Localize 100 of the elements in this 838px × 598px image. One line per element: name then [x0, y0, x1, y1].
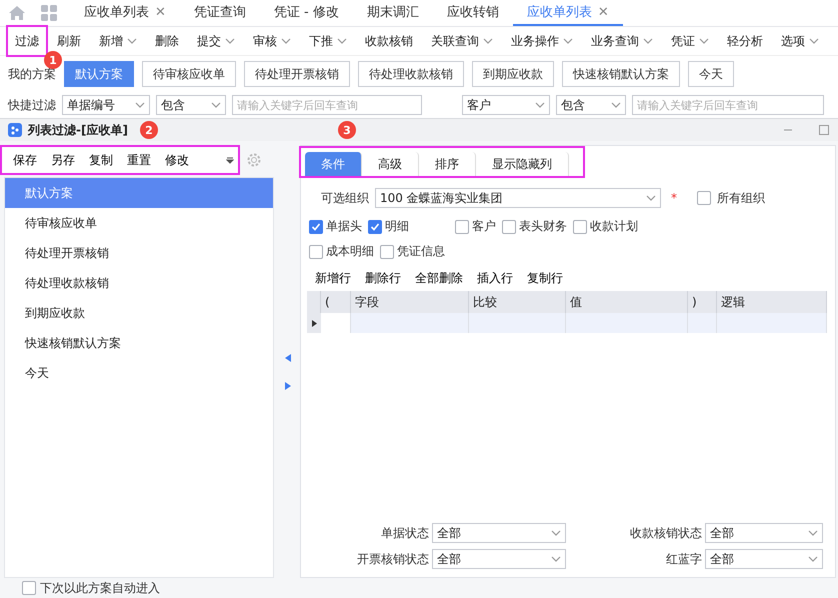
- close-icon[interactable]: ✕: [155, 4, 166, 20]
- step-badge: 1: [44, 51, 62, 69]
- checkbox[interactable]: [697, 191, 711, 205]
- toolbar-button[interactable]: 审核: [244, 29, 300, 53]
- caret-icon: [535, 102, 545, 108]
- table-cell[interactable]: [469, 313, 566, 333]
- table-cell[interactable]: [351, 313, 469, 333]
- field-label: 单据状态: [381, 524, 429, 542]
- checkbox-label: 明细: [385, 218, 409, 235]
- step-badge: 2: [140, 121, 158, 139]
- toolbar-button[interactable]: 新增: [90, 29, 146, 53]
- column-header: ): [688, 291, 717, 313]
- check-icon: [370, 222, 380, 232]
- scheme-list-item[interactable]: 待处理收款核销: [5, 268, 273, 298]
- column-header: 字段: [351, 291, 469, 313]
- page-tab[interactable]: 应收单列表 ✕: [512, 0, 623, 26]
- collapse-left-icon[interactable]: [285, 354, 291, 362]
- page-tab[interactable]: 凭证 - 修改: [260, 0, 353, 26]
- toolbar-button[interactable]: 提交: [188, 29, 244, 53]
- caret-icon: [646, 194, 656, 202]
- scheme-action[interactable]: 复制: [82, 148, 120, 172]
- org-select[interactable]: 100 金蝶蓝海实业集团: [375, 188, 661, 208]
- grid-action[interactable]: 插入行: [471, 266, 519, 291]
- close-icon[interactable]: ✕: [598, 4, 609, 20]
- field-select[interactable]: 客户: [462, 95, 550, 115]
- grid-action[interactable]: 新增行: [309, 266, 357, 291]
- scheme-button[interactable]: 到期应收款: [472, 61, 554, 87]
- expand-right-icon[interactable]: [285, 382, 291, 390]
- scheme-action[interactable]: 重置: [120, 148, 158, 172]
- scheme-action[interactable]: 保存: [6, 148, 44, 172]
- checkbox[interactable]: [502, 220, 516, 234]
- checkbox[interactable]: [309, 220, 323, 234]
- checkbox[interactable]: [368, 220, 382, 234]
- scheme-button[interactable]: 待处理收款核销: [358, 61, 464, 87]
- scheme-list-item[interactable]: 快速核销默认方案: [5, 328, 273, 358]
- caret-icon: [808, 530, 818, 536]
- dialog-title: 列表过滤-[应收单]: [28, 122, 128, 138]
- status-select[interactable]: 全部: [432, 549, 566, 569]
- column-header: 值: [566, 291, 688, 313]
- field-select[interactable]: 单据编号: [62, 95, 150, 115]
- column-header: 比较: [469, 291, 566, 313]
- checkbox[interactable]: [22, 581, 36, 595]
- toolbar-button[interactable]: 业务查询: [582, 29, 662, 53]
- checkbox[interactable]: [309, 244, 323, 258]
- search-field[interactable]: 请输入关键字后回车查询: [632, 95, 824, 115]
- search-field[interactable]: 请输入关键字后回车查询: [232, 95, 422, 115]
- quick-filter-label: 快捷过滤: [8, 96, 56, 114]
- grid-icon[interactable]: [40, 4, 58, 22]
- grid-action[interactable]: 全部删除: [409, 266, 469, 291]
- toolbar-button[interactable]: 凭证: [662, 29, 718, 53]
- maximize-icon[interactable]: [818, 124, 830, 136]
- page-tab[interactable]: 应收转销: [432, 0, 513, 26]
- grid-action[interactable]: 删除行: [359, 266, 407, 291]
- scheme-action[interactable]: 另存: [44, 148, 82, 172]
- scheme-list-item[interactable]: 今天: [5, 358, 273, 388]
- table-cell[interactable]: [688, 313, 717, 333]
- operator-select[interactable]: 包含: [556, 95, 626, 115]
- scheme-button[interactable]: 快速核销默认方案: [562, 61, 680, 87]
- scheme-button[interactable]: 默认方案: [64, 61, 134, 87]
- toolbar-button[interactable]: 过滤: [6, 25, 48, 57]
- required-mark: *: [671, 191, 677, 205]
- checkbox-label: 客户: [472, 218, 496, 235]
- checkbox[interactable]: [573, 220, 587, 234]
- page-tab[interactable]: 应收单列表 ✕: [70, 0, 180, 26]
- status-select[interactable]: 全部: [432, 523, 566, 543]
- toolbar-button[interactable]: 下推: [300, 29, 356, 53]
- checkbox[interactable]: [380, 244, 394, 258]
- table-cell[interactable]: [566, 313, 688, 333]
- page-tab[interactable]: 凭证查询: [180, 0, 260, 26]
- page-tab[interactable]: 期末调汇: [352, 0, 433, 26]
- scheme-button[interactable]: 待处理开票核销: [244, 61, 350, 87]
- table-cell[interactable]: [717, 313, 827, 333]
- toolbar-button[interactable]: 轻分析: [718, 29, 772, 53]
- checkbox[interactable]: [455, 220, 469, 234]
- step-badge: 3: [338, 121, 356, 139]
- checkbox-label: 表头财务: [519, 218, 567, 235]
- field-label: 红蓝字: [666, 550, 702, 568]
- grid-action[interactable]: 复制行: [521, 266, 569, 291]
- toolbar-button[interactable]: 关联查询: [422, 29, 502, 53]
- tab[interactable]: 条件: [305, 152, 362, 176]
- operator-select[interactable]: 包含: [156, 95, 226, 115]
- column-header: 逻辑: [717, 291, 827, 313]
- status-select[interactable]: 全部: [705, 523, 823, 543]
- toolbar-button[interactable]: 业务操作: [502, 29, 582, 53]
- home-icon[interactable]: [8, 4, 26, 22]
- scheme-action[interactable]: 修改: [158, 148, 196, 172]
- status-select[interactable]: 全部: [705, 549, 823, 569]
- more-icon[interactable]: [226, 156, 234, 164]
- toolbar-button[interactable]: 刷新: [48, 29, 90, 53]
- toolbar-button[interactable]: 删除: [146, 29, 188, 53]
- check-icon: [311, 222, 321, 232]
- settings-icon[interactable]: [246, 152, 262, 168]
- scheme-list-item[interactable]: 待审核应收单: [5, 208, 273, 238]
- scheme-button[interactable]: 待审核应收单: [142, 61, 236, 87]
- toolbar-button[interactable]: 收款核销: [356, 29, 422, 53]
- toolbar-button[interactable]: 选项: [772, 29, 828, 53]
- scheme-button[interactable]: 今天: [688, 61, 734, 87]
- checkbox-label: 成本明细: [326, 243, 374, 260]
- scheme-list-item[interactable]: 待处理开票核销: [5, 238, 273, 268]
- scheme-list-item[interactable]: 到期应收款: [5, 298, 273, 328]
